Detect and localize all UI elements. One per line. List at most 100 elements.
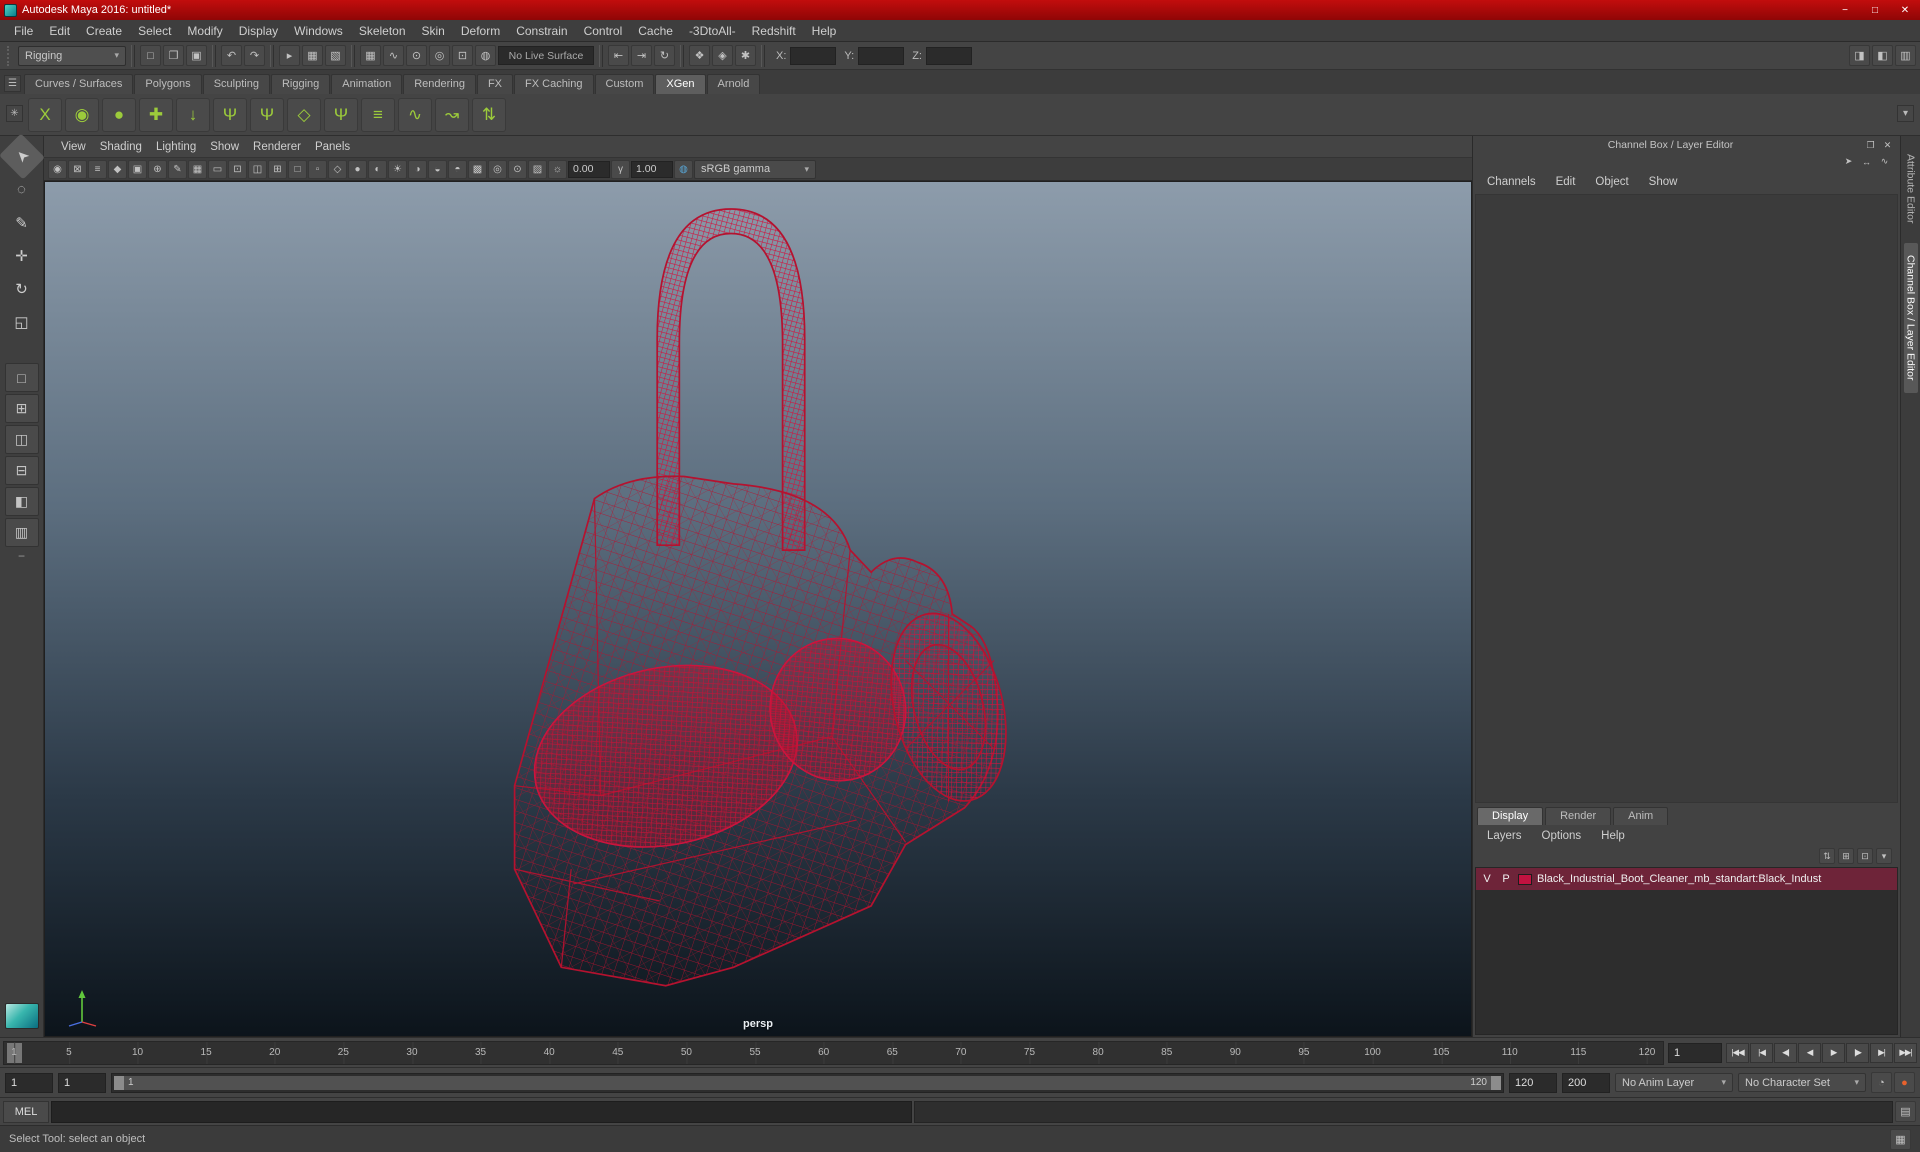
bookmark-icon[interactable]: ◆	[108, 159, 127, 179]
shelf-tab[interactable]: Sculpting	[202, 74, 270, 94]
toggle-attribute-editor-icon[interactable]: ◨	[1849, 45, 1870, 66]
shelf-tab[interactable]: Rendering	[403, 74, 476, 94]
shelf-tab[interactable]: Rigging	[270, 74, 331, 94]
two-pane-side-layout-button[interactable]: ◫	[4, 425, 39, 454]
menubar-item[interactable]: Deform	[453, 21, 508, 41]
xgen-export-icon[interactable]: ⇅	[472, 97, 506, 132]
command-language-toggle[interactable]: MEL	[3, 1100, 49, 1123]
step-back-key-button[interactable]: |◀	[1750, 1042, 1773, 1063]
isolate-select-icon[interactable]: ⊙	[508, 159, 527, 179]
panel-menu-item[interactable]: Show	[203, 139, 246, 155]
layer-row[interactable]: V P Black_Industrial_Boot_Cleaner_mb_sta…	[1476, 868, 1897, 890]
undock-panel-icon[interactable]: ❐	[1863, 138, 1878, 153]
gamma-field[interactable]: 1.00	[631, 160, 673, 178]
menubar-item[interactable]: Create	[78, 21, 130, 41]
step-forward-key-button[interactable]: ▶|	[1870, 1042, 1893, 1063]
shelf-tab[interactable]: Polygons	[134, 74, 202, 94]
toolbox-collapse-button[interactable]: −	[5, 549, 39, 563]
new-empty-layer-icon[interactable]: ⊞	[1838, 848, 1854, 864]
time-slider-track[interactable]: 1 5 10 15 20 25 30 35 40 45 50 55 60 65 70 75 80 85 90 95 10…	[3, 1040, 1664, 1065]
field-chart-icon[interactable]: ⊞	[268, 159, 287, 179]
safe-title-icon[interactable]: ▫	[308, 159, 327, 179]
channel-box-menu-item[interactable]: Show	[1641, 173, 1686, 191]
single-pane-layout-button[interactable]: □	[4, 363, 39, 392]
snap-to-point-icon[interactable]: ⊙	[406, 45, 427, 66]
command-line-input[interactable]	[51, 1100, 913, 1123]
panel-menu-item[interactable]: Shading	[93, 139, 149, 155]
script-editor-icon[interactable]: ▤	[1895, 1101, 1916, 1122]
persp-view-thumbnail[interactable]	[4, 1003, 39, 1029]
channel-box-menu-item[interactable]: Object	[1587, 173, 1636, 191]
select-camera-icon[interactable]: ◉	[48, 159, 67, 179]
menubar-item[interactable]: Skeleton	[351, 21, 414, 41]
animation-start-field[interactable]	[5, 1072, 53, 1093]
lasso-tool[interactable]: ◌	[5, 174, 39, 205]
two-pane-stacked-layout-button[interactable]: ⊟	[4, 456, 39, 485]
textured-icon[interactable]: ◐	[368, 159, 387, 179]
exposure-field[interactable]: 0.00	[568, 160, 610, 178]
move-tool[interactable]: ✛	[5, 240, 39, 271]
panel-menu-item[interactable]: View	[54, 139, 93, 155]
xgen-comb-icon[interactable]: Ψ	[324, 97, 358, 132]
three-pane-layout-button[interactable]: ◧	[4, 487, 39, 516]
film-gate-icon[interactable]: ▭	[208, 159, 227, 179]
menubar-item[interactable]: Edit	[41, 21, 78, 41]
shelf-tab[interactable]: Animation	[331, 74, 403, 94]
ssao-icon[interactable]: ◒	[428, 159, 447, 179]
select-by-component-icon[interactable]: ▧	[325, 45, 346, 66]
channel-box-tab[interactable]: Channel Box / Layer Editor	[1903, 243, 1918, 393]
shelf-editor-icon[interactable]: ✳	[6, 105, 23, 122]
resolution-gate-icon[interactable]: ⊡	[228, 159, 247, 179]
menubar-item[interactable]: File	[6, 21, 41, 41]
view-transform-dropdown[interactable]: sRGB gamma	[694, 159, 816, 179]
xgen-description-icon[interactable]: ◉	[65, 97, 99, 132]
menubar-item[interactable]: Skin	[414, 21, 453, 41]
shelf-tab[interactable]: FX Caching	[514, 74, 594, 94]
menubar-item[interactable]: Control	[576, 21, 631, 41]
toggle-channel-box-icon[interactable]: ▥	[1895, 45, 1916, 66]
save-scene-icon[interactable]: ▣	[186, 45, 207, 66]
quick-help-icon[interactable]: ▦	[1890, 1128, 1911, 1150]
range-end-handle[interactable]	[1491, 1075, 1501, 1090]
menubar-item[interactable]: Display	[231, 21, 286, 41]
play-backward-button[interactable]: ◀	[1798, 1042, 1821, 1063]
anim-layer-dropdown[interactable]: No Anim Layer	[1615, 1073, 1733, 1092]
rotate-tool[interactable]: ↻	[5, 273, 39, 304]
menubar-item[interactable]: Modify	[179, 21, 230, 41]
layer-color-swatch[interactable]	[1518, 873, 1532, 885]
snap-to-grid-icon[interactable]: ▦	[360, 45, 381, 66]
layer-editor-tab[interactable]: Display	[1477, 807, 1544, 825]
range-slider[interactable]: 1 120	[111, 1072, 1504, 1093]
layer-editor-menu-item[interactable]: Help	[1593, 827, 1633, 845]
channel-box-menu-item[interactable]: Channels	[1479, 173, 1544, 191]
z-coordinate-input[interactable]	[925, 46, 972, 65]
menubar-item[interactable]: Redshift	[744, 21, 804, 41]
xray-icon[interactable]: ▨	[528, 159, 547, 179]
panel-menu-item[interactable]: Lighting	[149, 139, 203, 155]
four-pane-layout-button[interactable]: ⊞	[4, 394, 39, 423]
new-layer-from-selected-icon[interactable]: ⊡	[1857, 848, 1873, 864]
shelf-tab[interactable]: XGen	[655, 74, 706, 94]
close-button[interactable]: ✕	[1890, 0, 1920, 20]
shelf-tab[interactable]: FX	[476, 74, 514, 94]
layer-visibility-toggle[interactable]: V	[1480, 873, 1494, 885]
snap-to-view-plane-icon[interactable]: ⊡	[452, 45, 473, 66]
layer-editor-tab[interactable]: Anim	[1613, 807, 1669, 825]
xgen-spline-guide-icon[interactable]: Ψ	[250, 97, 284, 132]
safe-action-icon[interactable]: □	[288, 159, 307, 179]
panel-menu-item[interactable]: Renderer	[246, 139, 308, 155]
go-to-start-button[interactable]: |◀◀	[1726, 1042, 1749, 1063]
exposure-icon[interactable]: ☼	[548, 159, 567, 179]
maximize-button[interactable]: □	[1860, 0, 1890, 20]
smooth-shade-icon[interactable]: ●	[348, 159, 367, 179]
outliner-persp-layout-button[interactable]: ▥	[4, 518, 39, 547]
shelf-tab[interactable]: Custom	[594, 74, 655, 94]
redo-icon[interactable]: ↷	[244, 45, 265, 66]
playback-end-field[interactable]	[1509, 1072, 1557, 1093]
snap-to-projected-center-icon[interactable]: ◎	[429, 45, 450, 66]
select-by-object-icon[interactable]: ▦	[302, 45, 323, 66]
channel-box-menu-item[interactable]: Edit	[1548, 173, 1584, 191]
input-connections-icon[interactable]: ⇤	[608, 45, 629, 66]
grease-pencil-icon[interactable]: ✎	[168, 159, 187, 179]
step-forward-frame-button[interactable]: |▶	[1846, 1042, 1869, 1063]
